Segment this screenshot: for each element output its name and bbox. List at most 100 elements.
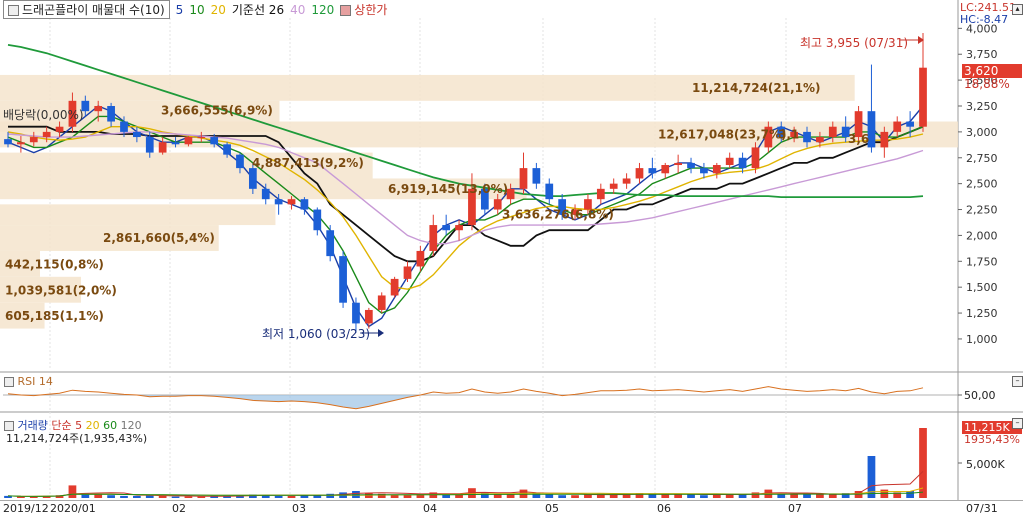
current-price-tag: 3,620	[962, 64, 1022, 78]
candle-body	[42, 131, 51, 138]
dividend-annotation: 배당락(0,00%)	[3, 108, 84, 122]
volume-bar	[274, 495, 283, 498]
y-tick-label: 2,000	[966, 229, 998, 242]
y-tick-label: 1,500	[966, 281, 998, 294]
candle-body	[803, 131, 811, 143]
rsi-label: RSI 14	[4, 375, 53, 388]
candle-body	[738, 157, 747, 169]
y-tick-label: 3,250	[966, 100, 998, 113]
volume-axis-label: 5,000K	[966, 458, 1005, 471]
volume-bar	[107, 495, 115, 498]
x-label-2020-01: 2020/01	[50, 502, 96, 515]
volume-bar	[158, 495, 167, 498]
candle-body	[828, 126, 837, 138]
candle-body	[274, 199, 283, 205]
y-tick-label: 3,750	[966, 48, 998, 61]
volume-profile-label: 1,039,581(2,0%)	[5, 283, 117, 297]
candle-body	[29, 137, 38, 143]
candle-body	[223, 144, 231, 155]
candle-body	[300, 199, 309, 210]
low-annotation: 최저 1,060 (03/23)	[262, 327, 371, 341]
candle-body	[171, 142, 180, 145]
candle-body	[4, 139, 12, 145]
candle-body	[248, 168, 257, 189]
y-tick-label: 1,750	[966, 255, 998, 268]
checkbox-icon	[4, 377, 14, 387]
chart-scroll-up-button[interactable]: ▴	[1012, 4, 1023, 15]
volume-bar	[700, 495, 708, 498]
candle-body	[352, 302, 360, 324]
candle-body	[287, 199, 296, 205]
volume-bar	[919, 428, 927, 498]
candle-body	[55, 126, 64, 132]
volume-bar	[816, 494, 824, 498]
candle-body	[893, 121, 902, 132]
candle-body	[197, 137, 206, 139]
volume-summary: 11,214,724주(1,935,43%)	[6, 432, 148, 445]
candle-body	[545, 183, 554, 200]
chart-legend: 드래곤플라이 매물대 수(10) 5 10 20 기준선 26 40 120 상…	[3, 0, 388, 19]
candle-body	[377, 295, 386, 310]
volume-tag-pct: 1935,43%	[964, 433, 1020, 446]
volume-bar	[622, 494, 631, 498]
volume-bar	[184, 496, 193, 498]
candle-body	[674, 162, 683, 166]
x-label-2019-12: 2019/12	[3, 502, 49, 515]
x-label-07: 07	[788, 502, 802, 515]
volume-profile-label: 3,636,276(6,8%)	[502, 208, 614, 222]
volume-profile-label: 12,617,048(23,7%)	[658, 127, 787, 141]
volume-bar	[133, 495, 141, 498]
x-label-06: 06	[657, 502, 671, 515]
volume-bar	[197, 496, 206, 498]
x-axis: 2019/12 2020/01 02 03 04 05 06 07 07/31	[0, 500, 1023, 518]
x-label-04: 04	[423, 502, 437, 515]
legend-ma-20: 20	[210, 2, 226, 17]
legend-ma-10: 10	[189, 2, 205, 17]
volume-bar	[120, 495, 128, 498]
y-tick-label: 1,250	[966, 307, 998, 320]
volume-profile-label: 6,919,145(13,0%)	[388, 182, 508, 196]
x-label-05: 05	[545, 502, 559, 515]
candle-body	[493, 199, 502, 210]
legend-ma-120: 120	[311, 2, 335, 17]
legend-kijun: 기준선 26	[231, 3, 285, 17]
volume-bar	[571, 495, 579, 498]
candle-body	[622, 178, 631, 184]
y-tick-label: 2,500	[966, 178, 998, 191]
candle-body	[712, 165, 721, 174]
rsi-collapse-button[interactable]: –	[1012, 376, 1023, 387]
volume-bar	[287, 495, 296, 498]
candle-body	[906, 121, 914, 127]
volume-bar	[68, 485, 77, 498]
candle-body	[210, 137, 219, 145]
x-label-07-31: 07/31	[966, 502, 998, 515]
volume-bar	[94, 494, 103, 498]
volume-bar	[803, 494, 811, 498]
candle-body	[816, 137, 824, 143]
legend-title[interactable]: 드래곤플라이 매물대 수(10)	[3, 0, 170, 19]
candle-body	[442, 225, 451, 231]
volume-profile-label: 3,666,555(6,9%)	[161, 104, 273, 118]
volume-collapse-button[interactable]: –	[1012, 418, 1023, 429]
candle-body	[609, 183, 618, 189]
candle-body	[596, 188, 605, 200]
y-tick-label: 2,250	[966, 204, 998, 217]
checkbox-icon	[340, 5, 352, 16]
candle-body	[700, 168, 708, 174]
candle-body	[648, 168, 657, 174]
candle-body	[133, 131, 141, 138]
volume-profile-label: 442,115(0,8%)	[5, 257, 104, 271]
x-label-02: 02	[172, 502, 186, 515]
candle-body	[17, 142, 25, 145]
volume-bar	[326, 493, 335, 498]
candle-body	[661, 165, 670, 174]
legend-upper-limit: 상한가	[340, 1, 387, 18]
candle-body	[390, 278, 399, 296]
volume-bar	[171, 496, 180, 498]
legend-ma-40: 40	[290, 2, 306, 17]
candle-body	[635, 168, 644, 179]
volume-profile-label: 11,214,724(21,1%)	[692, 81, 821, 95]
legend-ma-5: 5	[175, 2, 184, 17]
volume-bar	[648, 494, 657, 498]
candle-body	[364, 309, 373, 324]
